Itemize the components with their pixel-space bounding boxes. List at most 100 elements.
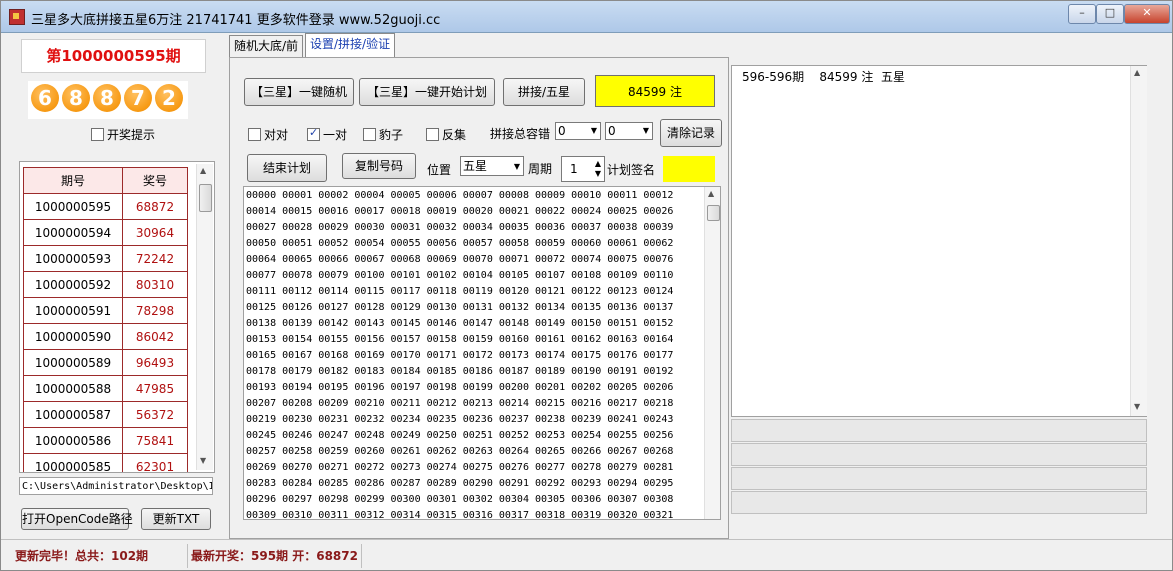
number-cell: 62301 [122,453,188,472]
info-strip [731,419,1147,442]
info-strip [731,491,1147,514]
table-row[interactable]: 1000000587 56372 [23,401,188,428]
scroll-thumb[interactable] [707,205,720,221]
open-path-button[interactable]: 打开OpenCode路径 [21,508,133,530]
number-cell: 68872 [122,193,188,220]
status-bar: 更新完毕！总共：102期 最新开奖：595期 开：68872 [1,539,1172,570]
col-period: 期号 [23,167,123,194]
ball: 8 [93,84,121,112]
table-row[interactable]: 1000000586 75841 [23,427,188,454]
status-update: 更新完毕！总共：102期 [13,544,188,568]
number-cell: 96493 [122,349,188,376]
period-cell: 1000000591 [23,297,123,324]
splice-five-button[interactable]: 拼接/五星 [503,78,585,106]
bao-zi-checkbox[interactable]: 豹子 [363,126,403,143]
chevron-down-icon[interactable]: ▼ [643,123,649,139]
end-plan-button[interactable]: 结束计划 [247,154,327,182]
fan-ji-checkbox[interactable]: 反集 [426,126,466,143]
ball: 8 [62,84,90,112]
period-cell: 1000000585 [23,453,123,472]
table-row[interactable]: 1000000589 96493 [23,349,188,376]
random-button[interactable]: 【三星】一键随机 [244,78,354,106]
period-cell: 1000000594 [23,219,123,246]
period-value: 1 [570,162,578,176]
title-bar[interactable]: 三星多大底拼接五星6万注 21741741 更多软件登录 www.52guoji… [1,1,1172,33]
table-row[interactable]: 1000000591 78298 [23,297,188,324]
scroll-up-icon[interactable]: ▲ [708,189,714,198]
plan-record-list[interactable]: 596-596期 84599 注 五星 ▲ ▼ [731,65,1147,417]
info-strip [731,443,1147,466]
period-cell: 1000000590 [23,323,123,350]
sign-field[interactable] [663,156,715,182]
sign-label: 计划签名 [607,163,656,177]
scroll-up-icon[interactable]: ▲ [200,166,206,175]
scroll-up-icon[interactable]: ▲ [1134,68,1140,77]
table-row[interactable]: 1000000590 86042 [23,323,188,350]
number-cell: 47985 [122,375,188,402]
copy-numbers-button[interactable]: 复制号码 [342,153,416,179]
app-icon [9,9,25,25]
record-scrollbar[interactable]: ▲ ▼ [1130,66,1147,416]
history-scrollbar[interactable]: ▲ ▼ [196,164,213,470]
dui-dui-checkbox[interactable]: 对对 [248,126,288,143]
minimize-button[interactable]: – [1068,4,1096,24]
checkbox-box[interactable] [91,128,104,141]
clear-records-button[interactable]: 清除记录 [660,119,722,147]
tab-settings-splice[interactable]: 设置/拼接/验证 [305,33,396,58]
tolerance-select-a[interactable]: 0 ▼ [555,122,601,140]
current-period-title: 第1000000595期 [21,39,206,73]
table-row[interactable]: 1000000585 62301 [23,453,188,472]
checkbox-box[interactable] [248,128,261,141]
status-latest: 最新开奖：595期 开：68872 [189,544,362,568]
number-cell: 30964 [122,219,188,246]
tolerance-select-b[interactable]: 0 ▼ [605,122,653,140]
period-cell: 1000000588 [23,375,123,402]
checkbox-box[interactable] [307,126,320,141]
ball: 2 [155,84,183,112]
open-notice-checkbox[interactable]: 开奖提示 [91,126,155,143]
period-stepper[interactable]: 1 ▲ ▼ [561,156,605,182]
numbers-textarea[interactable]: 00000 00001 00002 00004 00005 00006 0000… [243,186,721,520]
table-row[interactable]: 1000000594 30964 [23,219,188,246]
scroll-down-icon[interactable]: ▼ [1134,402,1140,411]
position-label: 位置 [427,163,452,177]
tab-random-base[interactable]: 随机大底/前 [229,35,304,57]
tolerance-b-value: 0 [608,124,616,138]
bao-zi-label: 豹子 [379,128,404,142]
refresh-txt-button[interactable]: 更新TXT [141,508,211,530]
start-plan-button[interactable]: 【三星】一键开始计划 [359,78,495,106]
checkbox-box[interactable] [426,128,439,141]
list-item[interactable]: 596-596期 84599 注 五星 [742,68,905,85]
winning-balls: 6 8 8 7 2 [28,81,188,119]
period-cell: 1000000587 [23,401,123,428]
scroll-thumb[interactable] [199,184,212,212]
maximize-button[interactable]: □ [1096,4,1124,24]
history-table: 期号 奖号 1000000595 68872 1000000594 30964 10… [19,161,215,473]
table-header: 期号 奖号 [23,167,188,194]
table-row[interactable]: 1000000592 80310 [23,271,188,298]
tolerance-label: 拼接总容错 [490,127,551,141]
period-cell: 1000000593 [23,245,123,272]
table-row[interactable]: 1000000593 72242 [23,245,188,272]
numbers-scrollbar[interactable]: ▲ [704,187,720,519]
chevron-down-icon[interactable]: ▼ [591,123,597,139]
opencode-path-field[interactable]: C:\Users\Administrator\Desktop\I [19,477,213,495]
close-button[interactable]: ✕ [1124,4,1170,24]
position-value: 五星 [463,159,488,173]
table-row[interactable]: 1000000595 68872 [23,193,188,220]
period-cell: 1000000595 [23,193,123,220]
checkbox-box[interactable] [363,128,376,141]
stepper-arrows-icon[interactable]: ▲ ▼ [595,159,601,179]
period-cell: 1000000589 [23,349,123,376]
ball: 6 [31,84,59,112]
scroll-down-icon[interactable]: ▼ [200,456,206,465]
period-label: 周期 [528,162,553,176]
position-select[interactable]: 五星 ▼ [460,156,524,176]
number-cell: 56372 [122,401,188,428]
number-cell: 75841 [122,427,188,454]
window-title: 三星多大底拼接五星6万注 21741741 更多软件登录 www.52guoji… [31,13,441,28]
chevron-down-icon[interactable]: ▼ [514,158,520,176]
yi-dui-checkbox[interactable]: 一对 [307,126,347,143]
numbers-text: 00000 00001 00002 00004 00005 00006 0000… [246,190,674,520]
table-row[interactable]: 1000000588 47985 [23,375,188,402]
